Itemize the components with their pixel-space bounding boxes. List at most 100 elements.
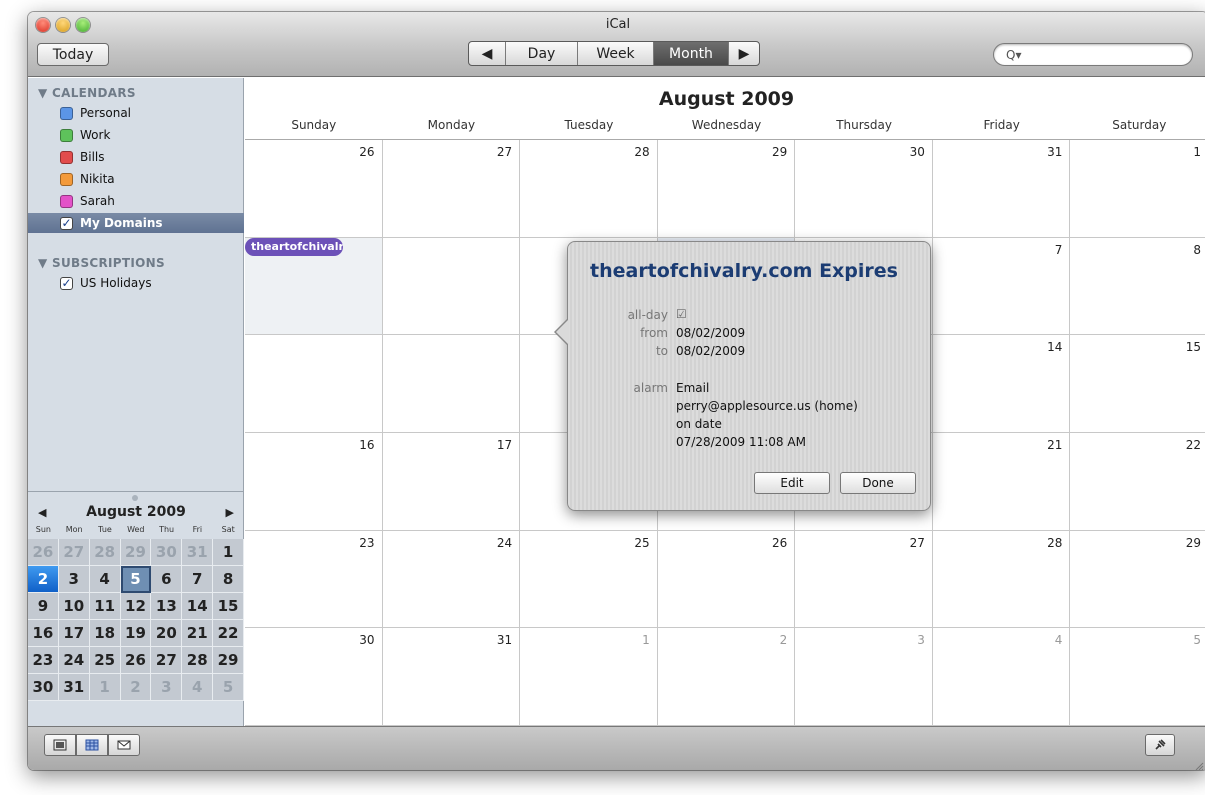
resize-handle[interactable] xyxy=(132,495,138,501)
mini-day[interactable]: 9 xyxy=(28,593,59,620)
mini-day[interactable]: 13 xyxy=(151,593,183,620)
from-date[interactable]: 08/02/2009 xyxy=(676,326,745,340)
day-cell[interactable]: 28 xyxy=(932,530,1071,629)
mini-day[interactable]: 28 xyxy=(89,539,121,566)
alarm-email[interactable]: perry@applesource.us (home) xyxy=(676,399,858,413)
mini-day[interactable]: 1 xyxy=(213,539,244,566)
mini-day[interactable]: 21 xyxy=(182,620,214,647)
calendar-item-work[interactable]: Work xyxy=(60,125,244,145)
day-cell[interactable]: 1 xyxy=(1070,140,1205,238)
mini-day[interactable]: 16 xyxy=(28,620,59,647)
resize-grip-icon[interactable] xyxy=(1194,756,1204,770)
calendar-checkbox[interactable]: ✓ xyxy=(60,216,73,230)
calendar-grid-icon[interactable] xyxy=(76,734,108,756)
calendar-item-nikita[interactable]: Nikita xyxy=(60,169,244,189)
day-cell[interactable]: 5 xyxy=(1070,628,1205,726)
mini-day[interactable]: 2 xyxy=(120,674,152,701)
alarm-trigger[interactable]: on date xyxy=(676,417,722,431)
mini-day[interactable]: 23 xyxy=(28,647,59,674)
day-cell[interactable]: 29 xyxy=(657,140,796,238)
mini-day[interactable]: 27 xyxy=(58,539,90,566)
day-cell[interactable]: 22 xyxy=(1070,433,1205,531)
mini-day-selected[interactable]: 5 xyxy=(120,566,152,593)
mini-day[interactable]: 25 xyxy=(89,647,121,674)
calendar-checkbox[interactable] xyxy=(60,106,73,120)
calendar-checkbox[interactable] xyxy=(60,172,73,186)
calendar-list-icon[interactable] xyxy=(44,734,76,756)
day-cell[interactable]: 1 xyxy=(520,628,658,726)
mini-day[interactable]: 17 xyxy=(58,620,90,647)
day-cell[interactable]: 23 xyxy=(245,530,383,629)
today-button[interactable]: Today xyxy=(37,43,109,66)
mini-day[interactable]: 4 xyxy=(182,674,214,701)
search-field[interactable]: Q▾ xyxy=(993,43,1193,66)
day-cell[interactable]: 27 xyxy=(795,530,933,629)
day-cell[interactable]: 27 xyxy=(382,140,521,238)
mini-day[interactable]: 29 xyxy=(120,539,152,566)
mini-next-icon[interactable]: ▶ xyxy=(226,506,234,519)
day-cell[interactable]: 4 xyxy=(932,628,1071,726)
day-cell[interactable]: 16 xyxy=(245,432,383,531)
mini-day[interactable]: 15 xyxy=(213,593,244,620)
mini-day[interactable]: 14 xyxy=(182,593,214,620)
tab-day[interactable]: Day xyxy=(506,42,578,65)
mini-day[interactable]: 5 xyxy=(213,674,244,701)
mini-day[interactable]: 30 xyxy=(28,674,59,701)
day-cell[interactable]: 3 xyxy=(795,628,933,726)
alarm-datetime[interactable]: 07/28/2009 11:08 AM xyxy=(676,435,806,449)
calendar-checkbox[interactable] xyxy=(60,128,73,142)
mini-day[interactable]: 3 xyxy=(151,674,183,701)
day-cell[interactable] xyxy=(245,335,383,433)
mail-icon[interactable] xyxy=(108,734,140,756)
previous-icon[interactable]: ◀ xyxy=(469,42,506,65)
calendar-item-my-domains[interactable]: ✓ My Domains xyxy=(28,213,244,233)
mini-day[interactable]: 26 xyxy=(28,539,59,566)
calendar-item-personal[interactable]: Personal xyxy=(60,103,244,123)
day-cell[interactable] xyxy=(382,335,521,433)
mini-day[interactable]: 22 xyxy=(213,620,244,647)
mini-day[interactable]: 29 xyxy=(213,647,244,674)
mini-day[interactable]: 28 xyxy=(182,647,214,674)
event-theartofchivalry[interactable]: theartofchivalry xyxy=(245,238,343,256)
day-cell[interactable]: 26 xyxy=(245,140,383,238)
day-cell[interactable]: 2 xyxy=(657,628,796,726)
calendars-header[interactable]: ▼ CALENDARS xyxy=(38,86,136,100)
subscriptions-header[interactable]: ▼ SUBSCRIPTIONS xyxy=(38,256,165,270)
mini-day-today[interactable]: 2 xyxy=(28,566,59,593)
subscription-checkbox[interactable]: ✓ xyxy=(60,276,73,290)
next-icon[interactable]: ▶ xyxy=(729,42,759,65)
day-cell[interactable]: 26 xyxy=(657,530,796,629)
day-cell[interactable] xyxy=(382,237,521,336)
subscription-item-us-holidays[interactable]: ✓ US Holidays xyxy=(60,273,244,293)
day-cell[interactable]: 30 xyxy=(795,140,933,238)
event-title[interactable]: theartofchivalry.com Expires xyxy=(590,260,898,282)
edit-button[interactable]: Edit xyxy=(754,472,830,494)
calendar-checkbox[interactable] xyxy=(60,194,73,208)
mini-day[interactable]: 10 xyxy=(58,593,90,620)
day-cell[interactable]: 25 xyxy=(520,530,658,629)
allday-checkbox[interactable]: ☑ xyxy=(676,307,687,321)
day-cell[interactable]: 7 xyxy=(932,237,1071,336)
mini-day[interactable]: 6 xyxy=(151,566,183,593)
day-cell[interactable]: 24 xyxy=(382,530,521,629)
mini-day[interactable]: 27 xyxy=(151,647,183,674)
mini-day[interactable]: 8 xyxy=(213,566,244,593)
day-cell[interactable]: 8 xyxy=(1070,238,1205,336)
mini-day[interactable]: 30 xyxy=(151,539,183,566)
tab-month[interactable]: Month xyxy=(654,42,729,65)
mini-day[interactable]: 20 xyxy=(151,620,183,647)
done-button[interactable]: Done xyxy=(840,472,916,494)
mini-day[interactable]: 19 xyxy=(120,620,152,647)
calendar-item-bills[interactable]: Bills xyxy=(60,147,244,167)
mini-day[interactable]: 18 xyxy=(89,620,121,647)
day-cell[interactable]: 29 xyxy=(1070,531,1205,629)
mini-day[interactable]: 11 xyxy=(89,593,121,620)
pin-icon[interactable] xyxy=(1145,734,1175,756)
mini-day[interactable]: 3 xyxy=(58,566,90,593)
day-cell[interactable]: 30 xyxy=(245,628,383,726)
day-cell[interactable]: 17 xyxy=(382,432,521,531)
mini-day[interactable]: 4 xyxy=(89,566,121,593)
day-cell[interactable]: 31 xyxy=(382,628,521,726)
to-date[interactable]: 08/02/2009 xyxy=(676,344,745,358)
calendar-item-sarah[interactable]: Sarah xyxy=(60,191,244,211)
